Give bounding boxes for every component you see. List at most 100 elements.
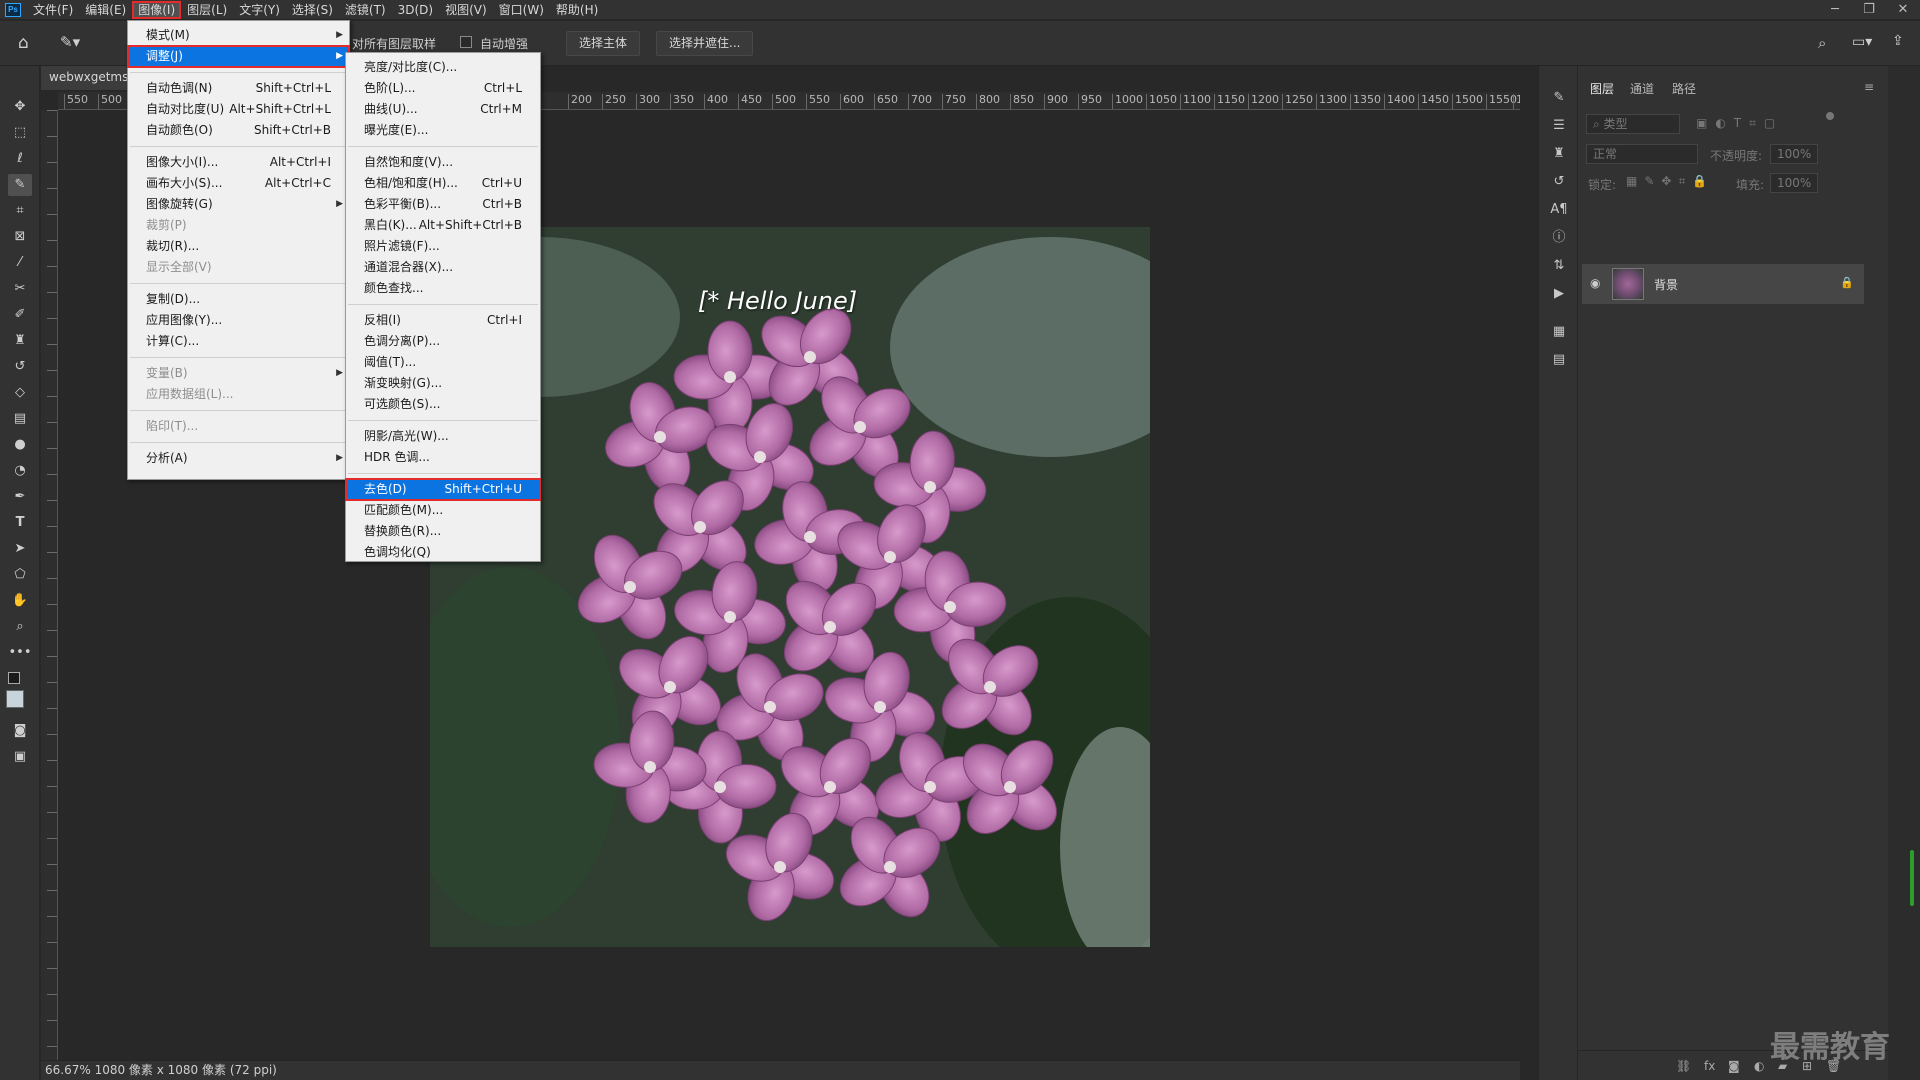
search-icon[interactable]: ⌕	[1818, 34, 1826, 52]
link-layers-icon[interactable]: ⛓	[1676, 1059, 1691, 1073]
blend-mode-select[interactable]: 正常	[1586, 144, 1698, 164]
scroll-indicator[interactable]	[1910, 850, 1914, 906]
menu-filter[interactable]: 滤镜(T)	[339, 1, 392, 19]
info-icon[interactable]: ⓘ	[1549, 228, 1569, 248]
marquee-tool-icon[interactable]: ⬚	[8, 122, 32, 144]
menu-select[interactable]: 选择(S)	[286, 1, 339, 19]
actions-play-icon[interactable]: ▶	[1549, 284, 1569, 304]
tab-paths[interactable]: 路径	[1672, 80, 1696, 97]
quick-selection-tool-icon[interactable]: ✎	[8, 174, 32, 196]
notes-icon[interactable]: ▤	[1549, 350, 1569, 370]
image-menu-item[interactable]: 自动色调(N) Shift+Ctrl+L	[128, 78, 349, 99]
adjust-menu-item[interactable]: 曲线(U)... Ctrl+M	[346, 99, 540, 120]
zoom-tool-icon[interactable]: ⌕	[8, 616, 32, 638]
layer-comps-icon[interactable]: ▦	[1549, 322, 1569, 342]
image-menu-item[interactable]: 计算(C)...	[128, 331, 349, 352]
menu-3d[interactable]: 3D(D)	[392, 1, 439, 19]
healing-tool-icon[interactable]: ✂	[8, 278, 32, 300]
image-menu-item[interactable]: 自动对比度(U) Alt+Shift+Ctrl+L	[128, 99, 349, 120]
share-icon[interactable]: ⇪	[1892, 33, 1904, 49]
adjust-menu-item[interactable]: 颜色查找...	[346, 278, 540, 299]
image-menu-item[interactable]: 裁切(R)...	[128, 236, 349, 257]
adjust-menu-item[interactable]: 去色(D) Shift+Ctrl+U	[345, 478, 541, 501]
close-icon[interactable]: ✕	[1886, 0, 1920, 20]
adjust-menu-item[interactable]: 色阶(L)... Ctrl+L	[346, 78, 540, 99]
add-mask-icon[interactable]: ◙	[1728, 1059, 1740, 1073]
menu-view[interactable]: 视图(V)	[439, 1, 493, 19]
adjust-menu-item[interactable]: 渐变映射(G)...	[346, 373, 540, 394]
image-menu-item[interactable]: 图像大小(I)... Alt+Ctrl+I	[128, 152, 349, 173]
eraser-tool-icon[interactable]: ◇	[8, 382, 32, 404]
foreground-color-swatch[interactable]	[6, 690, 24, 708]
clone-stamp-tool-icon[interactable]: ♜	[8, 330, 32, 352]
adjustment-layer-icon[interactable]: ◐	[1754, 1059, 1764, 1073]
menu-file[interactable]: 文件(F)	[27, 1, 79, 19]
adjust-menu-item[interactable]: 色调均化(Q)	[346, 542, 540, 563]
path-selection-tool-icon[interactable]: ➤	[8, 538, 32, 560]
adjust-menu-item[interactable]: 色相/饱和度(H)... Ctrl+U	[346, 173, 540, 194]
image-menu-item[interactable]: 图像旋转(G) ▶	[128, 194, 349, 215]
swatches-icon[interactable]: ⇅	[1549, 256, 1569, 276]
adjust-menu-item[interactable]: 色彩平衡(B)... Ctrl+B	[346, 194, 540, 215]
filter-toggle-icon[interactable]	[1826, 112, 1834, 120]
history-icon[interactable]: ↺	[1549, 172, 1569, 192]
brush-settings-icon[interactable]: ✎	[1549, 88, 1569, 108]
quick-mask-icon[interactable]: ◙	[8, 720, 32, 742]
blur-tool-icon[interactable]: ●	[8, 434, 32, 456]
home-icon[interactable]: ⌂	[18, 33, 29, 53]
tab-channels[interactable]: 通道	[1630, 80, 1654, 97]
adjust-menu-item[interactable]: 照片滤镜(F)...	[346, 236, 540, 257]
adjust-menu-item[interactable]: 反相(I) Ctrl+I	[346, 310, 540, 331]
adjust-menu-item[interactable]: 黑白(K)... Alt+Shift+Ctrl+B	[346, 215, 540, 236]
adjust-menu-item[interactable]: 可选颜色(S)...	[346, 394, 540, 415]
menu-help[interactable]: 帮助(H)	[550, 1, 604, 19]
adjust-sliders-icon[interactable]: ☰	[1549, 116, 1569, 136]
document-tab[interactable]: webwxgetms	[41, 66, 131, 90]
image-menu-item[interactable]: 应用图像(Y)...	[128, 310, 349, 331]
crop-tool-icon[interactable]: ⌗	[8, 200, 32, 222]
lasso-tool-icon[interactable]: ℓ	[8, 148, 32, 170]
menu-edit[interactable]: 编辑(E)	[79, 1, 132, 19]
menu-image[interactable]: 图像(I)	[132, 0, 182, 19]
fx-icon[interactable]: fx	[1704, 1059, 1715, 1073]
adjust-menu-item[interactable]: 自然饱和度(V)...	[346, 152, 540, 173]
select-subject-button[interactable]: 选择主体	[566, 31, 641, 56]
more-tools-icon[interactable]: •••	[8, 642, 32, 664]
quick-selection-preset-icon[interactable]: ✎▾	[60, 33, 80, 51]
gradient-tool-icon[interactable]: ▤	[8, 408, 32, 430]
menu-window[interactable]: 窗口(W)	[493, 1, 550, 19]
image-menu-item[interactable]: 分析(A) ▶	[128, 448, 349, 469]
visibility-eye-icon[interactable]: ◉	[1590, 276, 1600, 290]
adjust-menu-item[interactable]: 通道混合器(X)...	[346, 257, 540, 278]
lock-icons[interactable]: ▦✎✥⌗🔒	[1626, 174, 1714, 189]
frame-tool-icon[interactable]: ⊠	[8, 226, 32, 248]
dodge-tool-icon[interactable]: ◔	[8, 460, 32, 482]
layer-filter-select[interactable]: ⌕ 类型	[1586, 114, 1680, 134]
image-menu-item[interactable]: 模式(M) ▶	[128, 25, 349, 46]
tab-layers[interactable]: 图层	[1590, 80, 1614, 97]
layer-row-background[interactable]: ◉ 背景 🔒	[1582, 264, 1864, 304]
screen-mode-icon[interactable]: ▣	[8, 746, 32, 768]
pen-tool-icon[interactable]: ✒	[8, 486, 32, 508]
adjust-menu-item[interactable]: 阈值(T)...	[346, 352, 540, 373]
image-menu-item[interactable]: 画布大小(S)... Alt+Ctrl+C	[128, 173, 349, 194]
character-icon[interactable]: A¶	[1549, 200, 1569, 220]
image-menu-item[interactable]: 调整(J) ▶	[127, 45, 350, 68]
menu-type[interactable]: 文字(Y)	[233, 1, 286, 19]
move-tool-icon[interactable]: ✥	[8, 96, 32, 118]
adjust-menu-item[interactable]: 替换颜色(R)...	[346, 521, 540, 542]
history-brush-tool-icon[interactable]: ↺	[8, 356, 32, 378]
adjust-menu-item[interactable]: HDR 色调...	[346, 447, 540, 468]
image-menu-item[interactable]: 复制(D)...	[128, 289, 349, 310]
hand-tool-icon[interactable]: ✋	[8, 590, 32, 612]
workspace-icon[interactable]: ▭▾	[1852, 34, 1872, 50]
adjust-menu-item[interactable]: 阴影/高光(W)...	[346, 426, 540, 447]
adjust-menu-item[interactable]: 色调分离(P)...	[346, 331, 540, 352]
swap-colors-icon[interactable]	[8, 672, 20, 684]
type-tool-icon[interactable]: T	[8, 512, 32, 534]
adjust-menu-item[interactable]: 曝光度(E)...	[346, 120, 540, 141]
auto-enhance-checkbox[interactable]	[460, 36, 472, 48]
adjust-menu-item[interactable]: 匹配颜色(M)...	[346, 500, 540, 521]
menu-layer[interactable]: 图层(L)	[181, 1, 233, 19]
panel-menu-icon[interactable]: ≡	[1864, 80, 1874, 94]
